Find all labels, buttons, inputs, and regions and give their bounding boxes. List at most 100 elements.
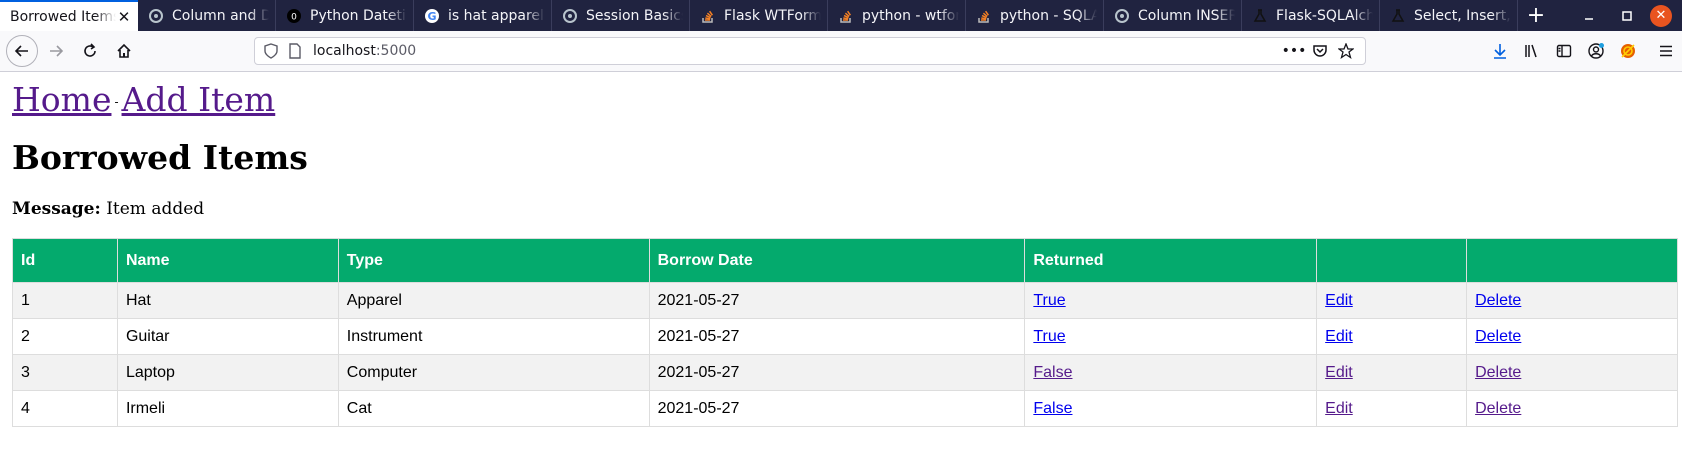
table-row: 1 Hat Apparel 2021-05-27 True Edit Delet… <box>12 282 1678 319</box>
returned-toggle-link[interactable]: False <box>1033 364 1072 381</box>
address-bar[interactable]: localhost:5000 ••• <box>254 37 1366 65</box>
back-arrow-icon <box>14 45 28 57</box>
minimize-button[interactable] <box>1570 0 1608 31</box>
page-nav: Home -Add Item <box>12 80 275 119</box>
download-icon <box>1494 44 1506 59</box>
window-close-button[interactable]: ✕ <box>1650 4 1672 27</box>
tab-title: Flask WTForms <box>724 7 821 24</box>
cell-delete: Delete <box>1466 282 1678 319</box>
home-link[interactable]: Home <box>12 80 111 119</box>
maximize-button[interactable] <box>1608 0 1646 31</box>
tab-title: is hat apparel - Google <box>448 7 545 24</box>
cell-type: Computer <box>337 354 650 391</box>
navigation-toolbar: localhost:5000 ••• <box>0 31 1682 72</box>
add-item-link[interactable]: Add Item <box>122 80 276 119</box>
cell-returned: True <box>1024 318 1318 355</box>
svg-text:0: 0 <box>291 12 297 22</box>
browser-tab[interactable]: Column INSERT/UPDATE <box>1104 0 1242 31</box>
edit-link[interactable]: Edit <box>1325 364 1353 381</box>
home-button[interactable] <box>108 35 140 67</box>
page-actions-icon[interactable]: ••• <box>1281 39 1307 63</box>
returned-toggle-link[interactable]: True <box>1033 328 1065 345</box>
minimize-icon <box>1585 17 1593 20</box>
column-header-borrow-date: Borrow Date <box>648 238 1026 283</box>
tab-strip-spacer <box>1554 0 1570 31</box>
nav-separator: - <box>114 95 119 109</box>
tab-title: python - SQLAlchemy <box>1000 7 1097 24</box>
cell-name: Guitar <box>116 318 339 355</box>
cell-id: 2 <box>12 318 118 355</box>
sidebar-icon <box>1556 44 1572 58</box>
flash-message: Message: Item added <box>12 199 204 219</box>
delete-link[interactable]: Delete <box>1475 364 1521 381</box>
table-row: 2 Guitar Instrument 2021-05-27 True Edit… <box>12 318 1678 355</box>
edit-link[interactable]: Edit <box>1325 292 1353 309</box>
browser-tab[interactable]: python - wtforms <box>828 0 966 31</box>
browser-tab[interactable]: Column and Data Types <box>138 0 276 31</box>
account-icon <box>1588 43 1604 59</box>
tab-title: Column and Data Types <box>172 7 269 24</box>
back-button[interactable] <box>6 35 38 67</box>
cell-edit: Edit <box>1316 318 1468 355</box>
browser-tab[interactable]: Select, Insert, Delete <box>1380 0 1518 31</box>
tab-strip: Borrowed Items ✕ Column and Data Types 0… <box>0 0 1682 31</box>
page-content: Home -Add Item Borrowed Items Message: It… <box>0 72 1682 463</box>
returned-toggle-link[interactable]: False <box>1033 400 1072 417</box>
browser-tab[interactable]: 0 Python Datetime <box>276 0 414 31</box>
tab-title: Borrowed Items <box>10 8 116 25</box>
cell-edit: Edit <box>1316 282 1468 319</box>
new-tab-button[interactable]: + <box>1518 0 1554 31</box>
browser-tab[interactable]: Flask-SQLAlchemy <box>1242 0 1380 31</box>
cell-delete: Delete <box>1466 354 1678 391</box>
library-icon <box>1525 44 1537 58</box>
browser-tab[interactable]: python - SQLAlchemy <box>966 0 1104 31</box>
account-button[interactable] <box>1580 35 1612 67</box>
cell-name: Laptop <box>116 354 339 391</box>
google-icon: G <box>424 8 440 24</box>
browser-tab[interactable]: Session Basics <box>552 0 690 31</box>
downloads-button[interactable] <box>1484 35 1516 67</box>
cell-type: Instrument <box>337 318 650 355</box>
page-title: Borrowed Items <box>12 138 308 177</box>
tab-title: Column INSERT/UPDATE <box>1138 7 1235 24</box>
stackoverflow-icon <box>700 8 716 24</box>
sidebar-button[interactable] <box>1548 35 1580 67</box>
maximize-icon <box>1622 10 1632 21</box>
edit-link[interactable]: Edit <box>1325 328 1353 345</box>
extension-button[interactable] <box>1612 35 1644 67</box>
library-button[interactable] <box>1516 35 1548 67</box>
column-header-name: Name <box>116 238 339 283</box>
shield-icon[interactable] <box>261 41 281 61</box>
browser-tab[interactable]: Flask WTForms <box>690 0 828 31</box>
delete-link[interactable]: Delete <box>1475 400 1521 417</box>
flask-icon <box>1390 8 1406 24</box>
column-header-id: Id <box>12 238 118 283</box>
delete-link[interactable]: Delete <box>1475 292 1521 309</box>
stackoverflow-icon <box>976 8 992 24</box>
menu-button[interactable] <box>1650 35 1682 67</box>
cell-borrow-date: 2021-05-27 <box>648 354 1026 391</box>
browser-tab[interactable]: G is hat apparel - Google <box>414 0 552 31</box>
reload-button[interactable] <box>74 35 106 67</box>
page-info-icon[interactable] <box>285 41 305 61</box>
stackoverflow-icon <box>838 8 854 24</box>
reload-icon <box>84 43 96 57</box>
pocket-icon[interactable] <box>1307 39 1333 63</box>
tab-title: python - wtforms <box>862 7 959 24</box>
home-icon <box>117 43 131 58</box>
tab-title: Flask-SQLAlchemy <box>1276 7 1373 24</box>
cell-id: 3 <box>12 354 118 391</box>
url-port: :5000 <box>375 43 417 59</box>
edit-link[interactable]: Edit <box>1325 400 1353 417</box>
forward-button[interactable] <box>40 35 72 67</box>
browser-tab-active[interactable]: Borrowed Items ✕ <box>0 0 138 31</box>
returned-toggle-link[interactable]: True <box>1033 292 1065 309</box>
sqlalchemy-icon <box>562 8 578 24</box>
extension-icon <box>1621 44 1635 58</box>
delete-link[interactable]: Delete <box>1475 328 1521 345</box>
url-text[interactable]: localhost:5000 <box>313 43 1281 59</box>
column-header-delete <box>1466 238 1678 283</box>
close-tab-icon[interactable]: ✕ <box>116 9 132 25</box>
bookmark-star-icon[interactable] <box>1333 39 1359 63</box>
cell-id: 4 <box>12 390 118 427</box>
